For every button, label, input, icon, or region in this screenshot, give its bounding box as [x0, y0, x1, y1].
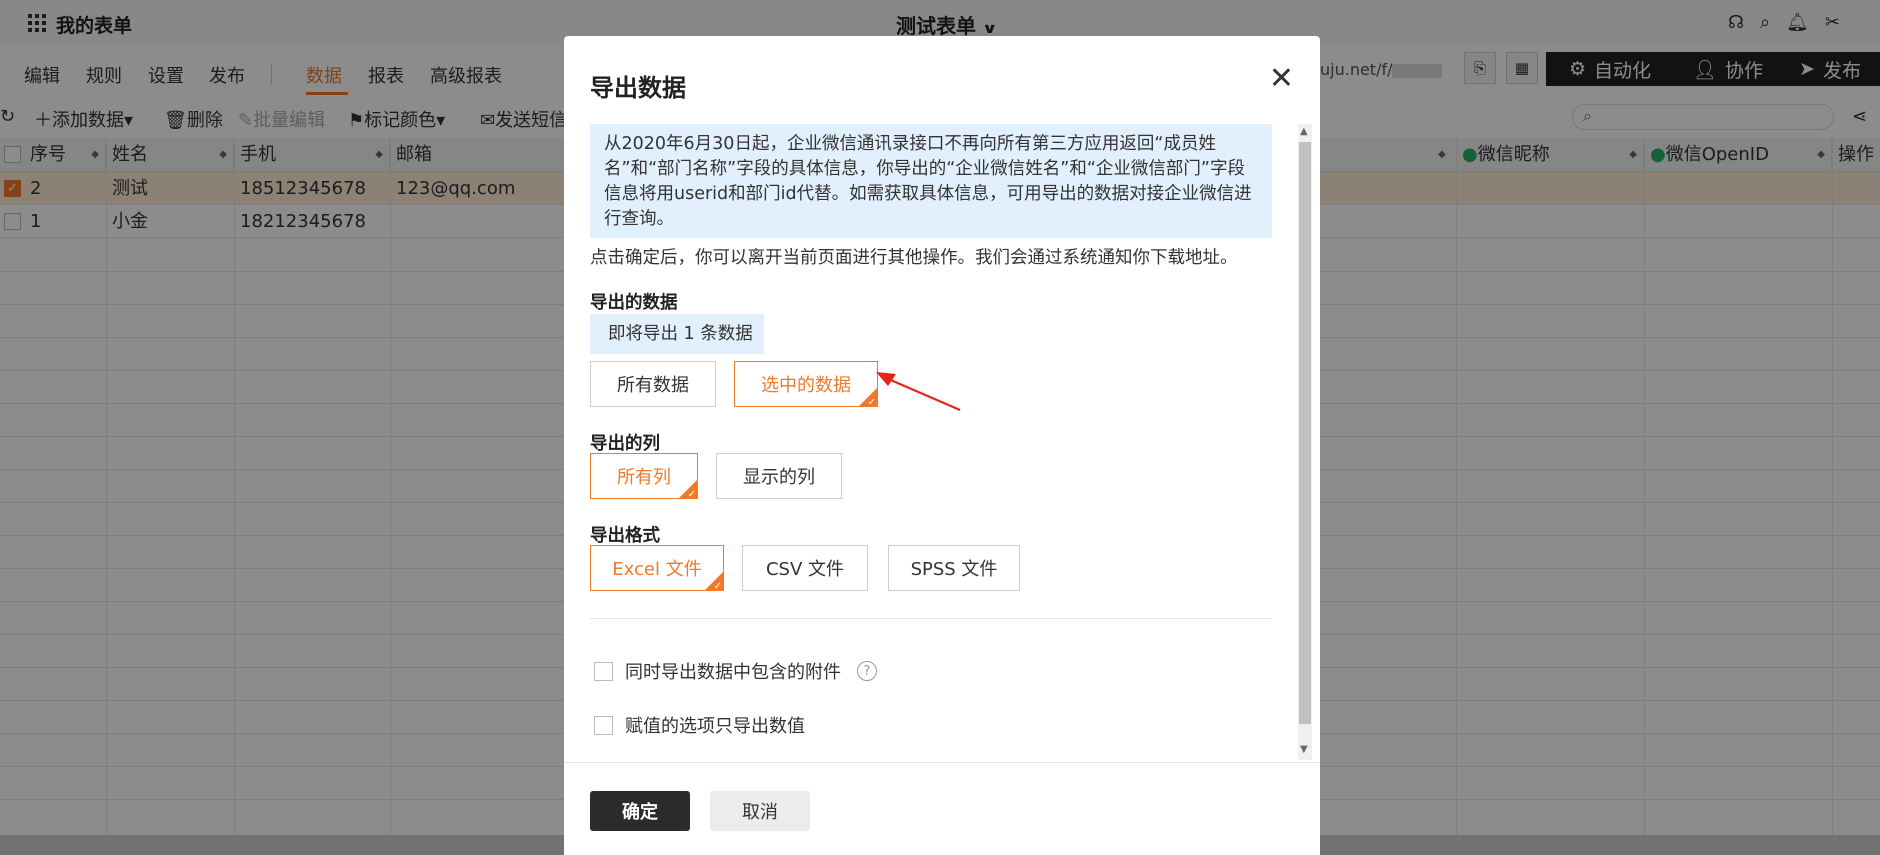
check-icon: ✓: [713, 581, 722, 592]
values-only-checkbox[interactable]: [594, 715, 613, 735]
option-selected-data-label: 选中的数据: [761, 375, 851, 396]
info-text: 点击确定后，你可以离开当前页面进行其他操作。我们会通过系统通知你下载地址。: [590, 248, 1238, 268]
close-icon[interactable]: ✕: [1269, 64, 1294, 94]
check-icon: ✓: [867, 397, 876, 408]
help-icon[interactable]: ?: [857, 661, 877, 681]
export-dialog: 导出数据 ✕ 从2020年6月30日起，企业微信通讯录接口不再向所有第三方应用返…: [564, 36, 1320, 855]
format-spss[interactable]: SPSS 文件: [888, 545, 1020, 591]
format-excel-label: Excel 文件: [612, 559, 702, 580]
format-csv-label: CSV 文件: [765, 559, 845, 580]
cancel-button[interactable]: 取消: [710, 791, 810, 831]
check-icon: ✓: [687, 489, 696, 500]
format-spss-label: SPSS 文件: [910, 559, 998, 580]
export-format-label: 导出格式: [590, 526, 660, 546]
annotation-arrow-icon: [876, 372, 961, 412]
dialog-scrollbar[interactable]: ▲ ▼: [1298, 124, 1312, 760]
scroll-down-icon[interactable]: ▼: [1300, 744, 1308, 755]
option-all-data[interactable]: 所有数据: [590, 361, 716, 407]
wechat-notice: 从2020年6月30日起，企业微信通讯录接口不再向所有第三方应用返回“成员姓名”…: [590, 124, 1272, 238]
values-only-row[interactable]: 赋值的选项只导出数值: [594, 712, 805, 738]
export-count: 即将导出 1 条数据: [590, 314, 764, 354]
include-attachments-label: 同时导出数据中包含的附件: [625, 662, 841, 683]
footer-divider: [564, 762, 1320, 763]
export-columns-label: 导出的列: [590, 434, 660, 454]
option-visible-columns-label: 显示的列: [743, 467, 815, 488]
format-csv[interactable]: CSV 文件: [742, 545, 868, 591]
format-excel[interactable]: Excel 文件 ✓: [590, 545, 724, 592]
option-all-columns-label: 所有列: [617, 467, 671, 488]
app-root: 我的表单 测试表单 ∨ ☊ ⌕ 🔔︎ ✂ 编辑 规则 设置 发布 数据 报表 高级…: [0, 0, 1880, 855]
option-all-columns[interactable]: 所有列 ✓: [590, 453, 698, 500]
option-selected-data[interactable]: 选中的数据 ✓: [734, 361, 878, 408]
values-only-label: 赋值的选项只导出数值: [625, 716, 805, 737]
section-divider: [590, 618, 1272, 619]
include-attachments-checkbox[interactable]: [594, 661, 613, 681]
option-visible-columns[interactable]: 显示的列: [716, 453, 842, 499]
dialog-title: 导出数据: [590, 74, 686, 102]
export-data-label: 导出的数据: [590, 293, 678, 313]
include-attachments-row[interactable]: 同时导出数据中包含的附件 ?: [594, 658, 877, 684]
scroll-up-icon[interactable]: ▲: [1300, 126, 1308, 137]
scrollbar-thumb[interactable]: [1299, 142, 1311, 724]
option-all-data-label: 所有数据: [617, 375, 689, 396]
confirm-button[interactable]: 确定: [590, 791, 690, 831]
